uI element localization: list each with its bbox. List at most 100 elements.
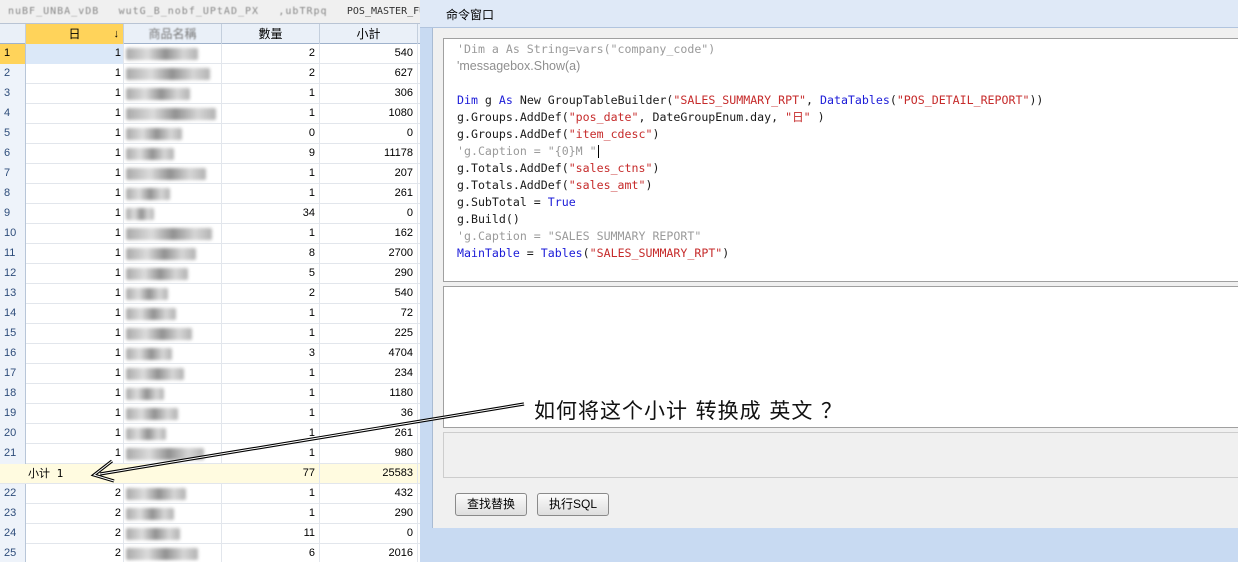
cell-subtotal[interactable]: 72 <box>320 304 418 324</box>
table-row[interactable]: 24 2 11 0 <box>0 524 420 544</box>
cell-quantity[interactable]: 2 <box>222 284 320 304</box>
cell-quantity[interactable]: 1 <box>222 164 320 184</box>
table-row[interactable]: 7 1 1 207 <box>0 164 420 184</box>
cell-quantity[interactable]: 1 <box>222 384 320 404</box>
cell-subtotal[interactable]: 2016 <box>320 544 418 562</box>
table-row[interactable]: 14 1 1 72 <box>0 304 420 324</box>
document-tab[interactable]: wutG_B_nobf_UPtAD_PX <box>111 0 267 23</box>
table-row[interactable]: 2 1 2 627 <box>0 64 420 84</box>
subtotal-row[interactable]: 小计 1 77 25583 <box>0 464 420 484</box>
cell-quantity[interactable]: 1 <box>222 364 320 384</box>
row-number[interactable]: 3 <box>0 84 26 104</box>
table-row[interactable]: 1 1 2 540 <box>0 44 420 64</box>
row-number[interactable]: 11 <box>0 244 26 264</box>
table-row[interactable]: 9 1 34 0 <box>0 204 420 224</box>
cell-day[interactable]: 1 <box>26 324 124 344</box>
column-header-subtotal[interactable]: 小計 <box>320 24 418 44</box>
cell-subtotal[interactable]: 234 <box>320 364 418 384</box>
cell-subtotal[interactable]: 1080 <box>320 104 418 124</box>
cell-day[interactable]: 1 <box>26 244 124 264</box>
cell-day[interactable]: 1 <box>26 124 124 144</box>
cell-item-name-redacted[interactable] <box>124 304 222 324</box>
cell-subtotal[interactable]: 11178 <box>320 144 418 164</box>
cell-subtotal[interactable]: 306 <box>320 84 418 104</box>
cell-quantity[interactable]: 1 <box>222 304 320 324</box>
cell-subtotal[interactable]: 1180 <box>320 384 418 404</box>
cell-item-name-redacted[interactable] <box>124 364 222 384</box>
cell-quantity[interactable]: 1 <box>222 444 320 464</box>
cell-quantity[interactable]: 1 <box>222 404 320 424</box>
row-number[interactable]: 18 <box>0 384 26 404</box>
cell-item-name-redacted[interactable] <box>124 324 222 344</box>
cell-quantity[interactable]: 1 <box>222 324 320 344</box>
cell-quantity[interactable]: 1 <box>222 224 320 244</box>
cell-quantity[interactable]: 1 <box>222 84 320 104</box>
cell-item-name-redacted[interactable] <box>124 484 222 504</box>
cell-subtotal[interactable]: 36 <box>320 404 418 424</box>
cell-quantity[interactable]: 11 <box>222 524 320 544</box>
cell-item-name-redacted[interactable] <box>124 64 222 84</box>
table-row[interactable]: 18 1 1 1180 <box>0 384 420 404</box>
cell-day[interactable]: 1 <box>26 164 124 184</box>
row-number[interactable]: 21 <box>0 444 26 464</box>
cell-day[interactable]: 1 <box>26 84 124 104</box>
row-number[interactable]: 24 <box>0 524 26 544</box>
cell-day[interactable]: 1 <box>26 264 124 284</box>
execute-sql-button[interactable]: 执行SQL <box>537 493 609 516</box>
row-number[interactable]: 4 <box>0 104 26 124</box>
code-editor[interactable]: 'Dim a As String=vars("company_code") 'm… <box>443 38 1238 282</box>
row-number[interactable]: 7 <box>0 164 26 184</box>
cell-day[interactable]: 1 <box>26 144 124 164</box>
cell-item-name-redacted[interactable] <box>124 404 222 424</box>
table-row[interactable]: 22 2 1 432 <box>0 484 420 504</box>
grid-corner[interactable] <box>0 24 26 44</box>
cell-day[interactable]: 1 <box>26 44 124 64</box>
cell-item-name-redacted[interactable] <box>124 184 222 204</box>
cell-subtotal[interactable]: 225 <box>320 324 418 344</box>
cell-day[interactable]: 1 <box>26 364 124 384</box>
cell-day[interactable]: 1 <box>26 284 124 304</box>
cell-subtotal[interactable]: 207 <box>320 164 418 184</box>
cell-subtotal[interactable]: 162 <box>320 224 418 244</box>
cell-subtotal[interactable]: 261 <box>320 424 418 444</box>
cell-quantity[interactable]: 9 <box>222 144 320 164</box>
cell-day[interactable]: 2 <box>26 484 124 504</box>
cell-item-name-redacted[interactable] <box>124 504 222 524</box>
cell-day[interactable]: 1 <box>26 424 124 444</box>
cell-quantity[interactable]: 1 <box>222 104 320 124</box>
cell-subtotal[interactable]: 627 <box>320 64 418 84</box>
cell-day[interactable]: 1 <box>26 404 124 424</box>
document-tab[interactable]: nuBF_UNBA_vDB <box>0 0 107 23</box>
cell-item-name-redacted[interactable] <box>124 104 222 124</box>
cell-subtotal[interactable]: 540 <box>320 44 418 64</box>
cell-quantity[interactable]: 2 <box>222 44 320 64</box>
cell-subtotal[interactable]: 0 <box>320 204 418 224</box>
row-number[interactable]: 25 <box>0 544 26 562</box>
document-tab[interactable]: ,ubTRpq <box>270 0 335 23</box>
table-row[interactable]: 11 1 8 2700 <box>0 244 420 264</box>
column-header-item-name[interactable]: 商品名稱 <box>124 24 222 44</box>
cell-item-name-redacted[interactable] <box>124 164 222 184</box>
cell-quantity[interactable]: 1 <box>222 184 320 204</box>
subtotal-amount[interactable]: 25583 <box>320 464 418 484</box>
cell-day[interactable]: 1 <box>26 184 124 204</box>
row-number[interactable]: 9 <box>0 204 26 224</box>
row-number[interactable]: 22 <box>0 484 26 504</box>
cell-day[interactable]: 1 <box>26 444 124 464</box>
row-number[interactable]: 12 <box>0 264 26 284</box>
cell-day[interactable]: 1 <box>26 104 124 124</box>
cell-item-name-redacted[interactable] <box>124 284 222 304</box>
cell-quantity[interactable]: 8 <box>222 244 320 264</box>
cell-subtotal[interactable]: 432 <box>320 484 418 504</box>
cell-quantity[interactable]: 6 <box>222 544 320 562</box>
cell-quantity[interactable]: 34 <box>222 204 320 224</box>
table-row[interactable]: 51 00 <box>0 124 420 144</box>
cell-subtotal[interactable]: 290 <box>320 504 418 524</box>
table-row[interactable]: 20 1 1 261 <box>0 424 420 444</box>
cell-item-name-redacted[interactable] <box>124 244 222 264</box>
cell-quantity[interactable]: 1 <box>222 484 320 504</box>
table-row[interactable]: 13 1 2 540 <box>0 284 420 304</box>
cell-subtotal[interactable]: 261 <box>320 184 418 204</box>
cell-quantity[interactable]: 1 <box>222 504 320 524</box>
cell-item-name-redacted[interactable] <box>124 204 222 224</box>
